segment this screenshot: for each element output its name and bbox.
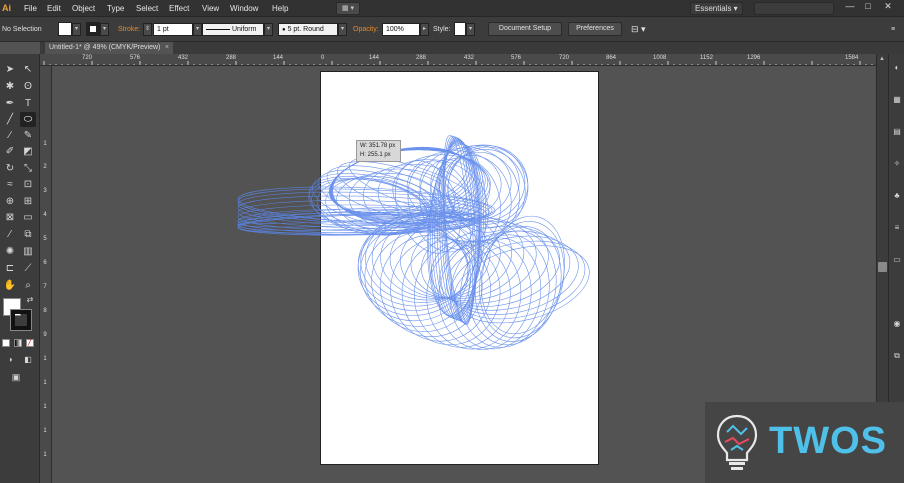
tooltip-width: W: 351.78 px <box>360 143 396 149</box>
watermark-text: TWOS <box>769 420 887 462</box>
color-guide-icon[interactable]: ▦ <box>889 92 904 107</box>
appearance-panel-icon[interactable]: ◉ <box>889 316 904 331</box>
swatches-panel-icon[interactable]: ▤ <box>889 124 904 139</box>
gradient-panel-icon[interactable]: ▭ <box>889 252 904 267</box>
color-panel-icon[interactable]: ◐ <box>889 60 904 75</box>
scroll-up-icon[interactable]: ▲ <box>879 56 885 62</box>
tooltip-height: H: 255.1 px <box>360 152 391 158</box>
scroll-thumb[interactable] <box>878 262 887 272</box>
symbols-panel-icon[interactable]: ♣ <box>889 188 904 203</box>
layers-panel-icon[interactable]: ⧉ <box>889 348 904 363</box>
lightbulb-icon <box>716 414 758 470</box>
brushes-panel-icon[interactable]: ✧ <box>889 156 904 171</box>
measurement-tooltip: W: 351.78 px H: 255.1 px <box>356 140 401 162</box>
twos-watermark: TWOS <box>705 402 904 483</box>
stroke-panel-icon[interactable]: ≡ <box>889 220 904 235</box>
